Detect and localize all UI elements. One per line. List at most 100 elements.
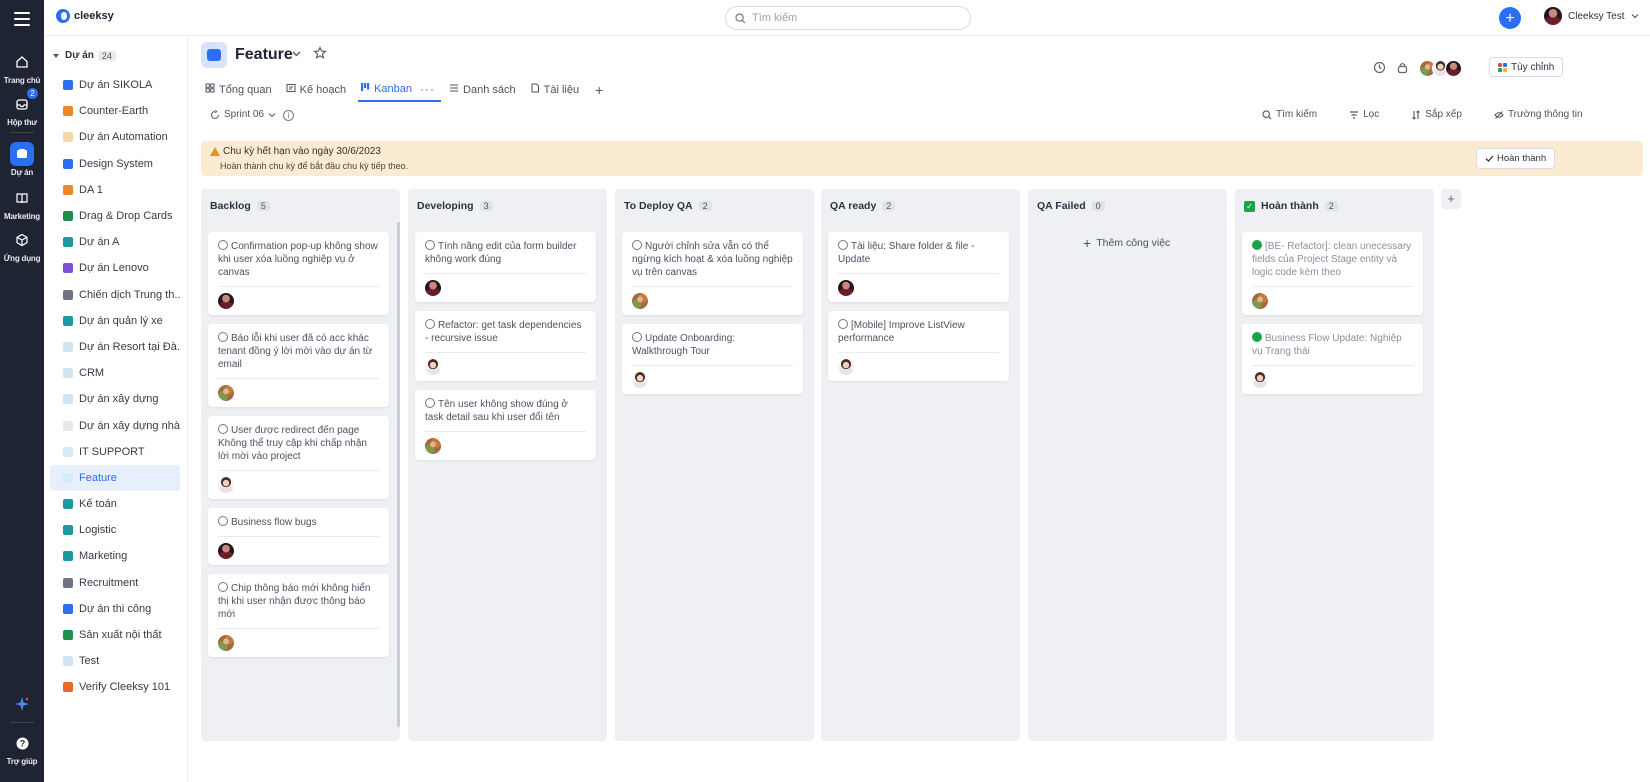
assignee-avatar[interactable] — [838, 359, 854, 375]
task-card[interactable]: Báo lỗi khi user đã có acc khác tenant đ… — [208, 324, 389, 407]
user-menu[interactable]: Cleeksy Test — [1544, 7, 1639, 25]
add-tab-button[interactable]: + — [591, 82, 603, 102]
check-circle-icon[interactable] — [632, 240, 642, 250]
member-avatars[interactable] — [1419, 60, 1462, 77]
sidebar-item-project[interactable]: Kế toán — [50, 491, 180, 517]
task-card[interactable]: Tên user không show đúng ở task detail s… — [415, 390, 596, 460]
sidebar-item-project[interactable]: Chiến dịch Trung th... — [50, 282, 180, 308]
check-circle-icon[interactable] — [218, 424, 228, 434]
create-button[interactable]: + — [1499, 7, 1521, 29]
task-card[interactable]: [Mobile] Improve ListView performance — [828, 311, 1009, 381]
check-circle-icon[interactable] — [218, 332, 228, 342]
assignee-avatar[interactable] — [218, 385, 234, 401]
assignee-avatar[interactable] — [425, 359, 441, 375]
star-icon[interactable] — [313, 46, 327, 64]
sidebar-item-project[interactable]: CRM — [50, 360, 180, 386]
assignee-avatar[interactable] — [632, 372, 648, 388]
assignee-avatar[interactable] — [1252, 372, 1268, 388]
assignee-avatar[interactable] — [218, 543, 234, 559]
assignee-avatar[interactable] — [425, 280, 441, 296]
assignee-avatar[interactable] — [838, 280, 854, 296]
tab-kanban[interactable]: Kanban ··· — [358, 82, 442, 102]
sidebar-item-project[interactable]: Dự án thi công — [50, 596, 180, 622]
sidebar-item-project[interactable]: Marketing — [50, 543, 180, 569]
rail-item-help[interactable]: ? Trợ giúp — [0, 731, 44, 766]
history-icon[interactable] — [1373, 61, 1386, 77]
menu-icon[interactable] — [14, 12, 30, 26]
sidebar-item-project[interactable]: Dự án Resort tại Đà... — [50, 334, 180, 360]
sidebar-item-project[interactable]: Design System — [50, 151, 180, 177]
sort-button[interactable]: Sắp xếp — [1411, 109, 1462, 120]
sidebar-item-project[interactable]: Dự án Automation — [50, 124, 180, 150]
rail-item-apps[interactable]: Ứng dụng — [0, 228, 44, 263]
check-circle-icon[interactable] — [218, 240, 228, 250]
task-card[interactable]: Business flow bugs — [208, 508, 389, 565]
board-search-button[interactable]: Tìm kiếm — [1262, 109, 1317, 120]
check-circle-icon[interactable] — [425, 398, 435, 408]
sidebar-item-project[interactable]: Test — [50, 648, 180, 674]
sidebar-item-project[interactable]: Counter-Earth — [50, 98, 180, 124]
rail-item-home[interactable]: Trang chủ — [0, 50, 44, 85]
column-header[interactable]: Backlog 5 — [210, 200, 270, 212]
assignee-avatar[interactable] — [218, 477, 234, 493]
task-card[interactable]: Update Onboarding: Walkthrough Tour — [622, 324, 803, 394]
search-input[interactable] — [752, 12, 952, 24]
column-header[interactable]: QA ready 2 — [830, 200, 896, 212]
task-card[interactable]: Tài liệu: Share folder & file - Update — [828, 232, 1009, 302]
sidebar-item-project[interactable]: Dự án xây dựng — [50, 386, 180, 412]
sidebar-item-project[interactable]: Sản xuất nội thất — [50, 622, 180, 648]
tab-plan[interactable]: Kế hoạch — [284, 82, 352, 102]
column-header[interactable]: To Deploy QA 2 — [624, 200, 712, 212]
sidebar-item-project[interactable]: Logistic — [50, 517, 180, 543]
task-card[interactable]: Business Flow Update: Nghiệp vụ Trạng th… — [1242, 324, 1423, 394]
task-card[interactable]: Người chỉnh sửa vẫn có thể ngừng kích ho… — [622, 232, 803, 315]
sidebar-item-project[interactable]: Verify Cleeksy 101 — [50, 674, 180, 700]
ai-sparkle-button[interactable] — [0, 692, 44, 718]
chevron-down-icon[interactable] — [292, 49, 301, 61]
check-circle-icon[interactable] — [838, 240, 848, 250]
sidebar-item-project[interactable]: Dự án Lenovo — [50, 255, 180, 281]
add-column-button[interactable]: + — [1441, 189, 1461, 209]
tab-grid[interactable]: Tổng quan — [203, 82, 278, 102]
rail-item-projects[interactable]: Dự án — [0, 142, 44, 177]
rail-item-marketing[interactable]: Marketing — [0, 186, 44, 221]
task-card[interactable]: User được redirect đến page Không thể tr… — [208, 416, 389, 499]
column-header[interactable]: QA Failed 0 — [1037, 200, 1105, 212]
filter-button[interactable]: Lọc — [1349, 109, 1379, 120]
tab-list[interactable]: Danh sách — [447, 82, 522, 102]
more-options-icon[interactable]: ··· — [420, 82, 435, 96]
column-scrollbar[interactable] — [397, 222, 400, 727]
check-circle-icon[interactable] — [632, 332, 642, 342]
column-header[interactable]: ✓ Hoàn thành 2 — [1244, 200, 1338, 212]
sidebar-item-project[interactable]: Feature — [50, 464, 180, 491]
add-task-button[interactable]: + Thêm công việc — [1083, 235, 1170, 251]
assignee-avatar[interactable] — [218, 293, 234, 309]
task-card[interactable]: Tính năng edit của form builder không wo… — [415, 232, 596, 302]
assignee-avatar[interactable] — [632, 293, 648, 309]
assignee-avatar[interactable] — [425, 438, 441, 454]
lock-icon[interactable] — [1396, 61, 1409, 77]
page-title[interactable]: Feature — [235, 46, 293, 64]
task-card[interactable]: Refactor: get task dependencies - recurs… — [415, 311, 596, 381]
rail-item-inbox[interactable]: 2 Hộp thư — [0, 88, 44, 127]
check-circle-filled-icon[interactable] — [1252, 240, 1262, 250]
customize-button[interactable]: Tùy chỉnh — [1489, 57, 1564, 77]
sidebar-item-project[interactable]: Dự án xây dựng nhà... — [50, 412, 180, 438]
task-card[interactable]: Chip thông báo mới không hiển thị khi us… — [208, 574, 389, 657]
sidebar-item-project[interactable]: IT SUPPORT — [50, 439, 180, 465]
global-search[interactable] — [725, 6, 971, 30]
sidebar-item-project[interactable]: Recruitment — [50, 570, 180, 596]
info-icon[interactable]: i — [283, 110, 294, 121]
sidebar-item-project[interactable]: Dự án SIKOLA — [50, 72, 180, 98]
sidebar-item-project[interactable]: Dự án quản lý xe — [50, 308, 180, 334]
sidebar-item-project[interactable]: Dự án A — [50, 229, 180, 255]
assignee-avatar[interactable] — [218, 635, 234, 651]
assignee-avatar[interactable] — [1252, 293, 1268, 309]
task-card[interactable]: Confirmation pop-up không show khi user … — [208, 232, 389, 315]
check-circle-icon[interactable] — [218, 582, 228, 592]
sprint-selector[interactable]: Sprint 06 — [210, 109, 276, 120]
app-logo[interactable]: cleeksy — [56, 9, 114, 23]
fields-button[interactable]: Trường thông tin — [1494, 109, 1583, 120]
sidebar-item-project[interactable]: Drag & Drop Cards — [50, 203, 180, 229]
tab-doc[interactable]: Tài liệu — [528, 82, 585, 102]
